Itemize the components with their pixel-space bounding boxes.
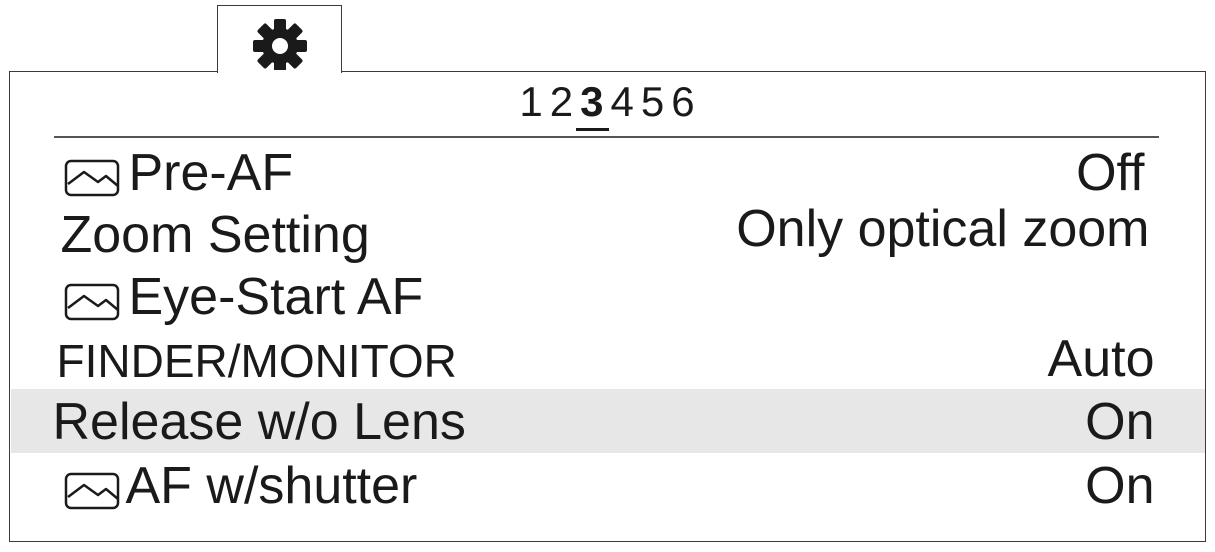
page-number-1[interactable]: 1	[519, 80, 543, 124]
menu-item-label: AF w/shutter	[125, 457, 418, 515]
menu-item-label: Pre-AF	[128, 144, 294, 202]
page-number-4[interactable]: 4	[611, 80, 635, 124]
menu-item-label: FINDER/MONITOR	[56, 335, 457, 387]
page-number-5[interactable]: 5	[641, 80, 665, 124]
settings-tab[interactable]	[217, 5, 342, 73]
menu-item-release-without-lens[interactable]: Release w/o Lens On	[10, 389, 1205, 453]
menu-item-zoom-setting[interactable]: Zoom Setting Only optical zoom	[11, 200, 1205, 266]
menu-item-value: Auto	[1047, 330, 1155, 388]
still-image-icon	[64, 159, 119, 197]
menu-item-label: Release w/o Lens	[52, 393, 466, 451]
menu-item-value: On	[1085, 393, 1155, 451]
menu-item-label: Eye-Start AF	[128, 268, 424, 326]
page-number-6[interactable]: 6	[671, 80, 695, 124]
menu-item-eye-start-af[interactable]: Eye-Start AF	[11, 264, 1205, 328]
menu-item-value: On	[1085, 457, 1155, 515]
menu-item-finder-monitor[interactable]: FINDER/MONITOR Auto	[11, 326, 1205, 390]
still-image-icon	[64, 283, 119, 321]
menu-item-label: Zoom Setting	[60, 206, 370, 264]
gear-icon	[253, 19, 307, 73]
page-indicator: 123456	[0, 80, 1215, 131]
still-image-icon	[64, 472, 119, 510]
menu-item-af-with-shutter[interactable]: AF w/shutter On	[11, 453, 1205, 517]
header-divider	[54, 136, 1159, 138]
menu-item-value: Off	[1076, 144, 1145, 202]
menu-item-pre-af[interactable]: Pre-AF Off	[11, 140, 1205, 204]
menu-item-value: Only optical zoom	[736, 200, 1150, 258]
page-number-current[interactable]: 3	[576, 80, 609, 131]
page-number-2[interactable]: 2	[550, 80, 574, 124]
